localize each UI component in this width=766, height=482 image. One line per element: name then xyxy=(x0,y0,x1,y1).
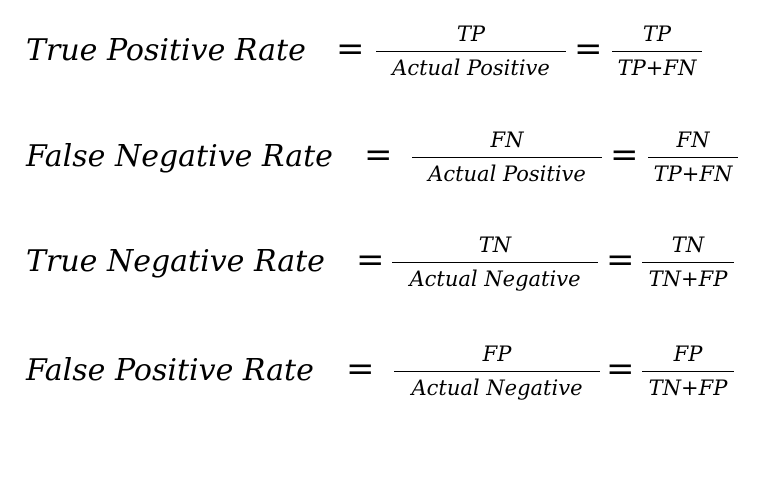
equals-sign: = xyxy=(336,29,365,69)
equals-sign: = xyxy=(574,29,603,69)
fraction-counts: TP TP+FN xyxy=(612,21,702,85)
equals-sign: = xyxy=(346,349,375,389)
fraction-numerator: FN xyxy=(676,128,710,152)
fraction-denominator: Actual Negative xyxy=(411,376,583,400)
formula-label: False Positive Rate xyxy=(26,353,314,388)
equals-sign: = xyxy=(606,349,635,389)
fraction-numerator: FP xyxy=(482,342,512,366)
fraction-numerator: TP xyxy=(642,22,672,46)
fraction-numerator: TP xyxy=(456,22,486,46)
fraction-actual: TN Actual Negative xyxy=(392,232,598,296)
equals-sign: = xyxy=(610,135,639,175)
formula-true-positive-rate: True Positive Rate = TP Actual Positive … xyxy=(0,18,766,118)
equals-sign: = xyxy=(364,135,393,175)
formula-label: True Positive Rate xyxy=(26,33,306,68)
fraction-numerator: TN xyxy=(671,233,705,257)
fraction-counts: FP TN+FP xyxy=(642,341,734,405)
fraction-denominator: Actual Negative xyxy=(409,267,581,291)
fraction-bar xyxy=(392,262,598,263)
formula-label: True Negative Rate xyxy=(26,244,325,279)
fraction-bar xyxy=(642,262,734,263)
fraction-actual: TP Actual Positive xyxy=(376,21,566,85)
formula-label: False Negative Rate xyxy=(26,139,333,174)
fraction-counts: TN TN+FP xyxy=(642,232,734,296)
fraction-bar xyxy=(642,371,734,372)
fraction-denominator: TP+FN xyxy=(617,56,697,80)
fraction-actual: FN Actual Positive xyxy=(412,127,602,191)
fraction-numerator: TN xyxy=(478,233,512,257)
fraction-actual: FP Actual Negative xyxy=(394,341,600,405)
fraction-counts: FN TP+FN xyxy=(648,127,738,191)
fraction-numerator: FN xyxy=(490,128,524,152)
fraction-numerator: FP xyxy=(673,342,703,366)
formula-true-negative-rate: True Negative Rate = TN Actual Negative … xyxy=(0,229,766,329)
fraction-bar xyxy=(412,157,602,158)
formula-false-negative-rate: False Negative Rate = FN Actual Positive… xyxy=(0,124,766,224)
equals-sign: = xyxy=(356,240,385,280)
fraction-denominator: Actual Positive xyxy=(392,56,550,80)
fraction-bar xyxy=(648,157,738,158)
fraction-denominator: TN+FP xyxy=(648,376,728,400)
fraction-denominator: TN+FP xyxy=(648,267,728,291)
fraction-denominator: TP+FN xyxy=(653,162,733,186)
equals-sign: = xyxy=(606,240,635,280)
fraction-bar xyxy=(376,51,566,52)
fraction-denominator: Actual Positive xyxy=(428,162,586,186)
fraction-bar xyxy=(394,371,600,372)
formula-false-positive-rate: False Positive Rate = FP Actual Negative… xyxy=(0,338,766,438)
fraction-bar xyxy=(612,51,702,52)
